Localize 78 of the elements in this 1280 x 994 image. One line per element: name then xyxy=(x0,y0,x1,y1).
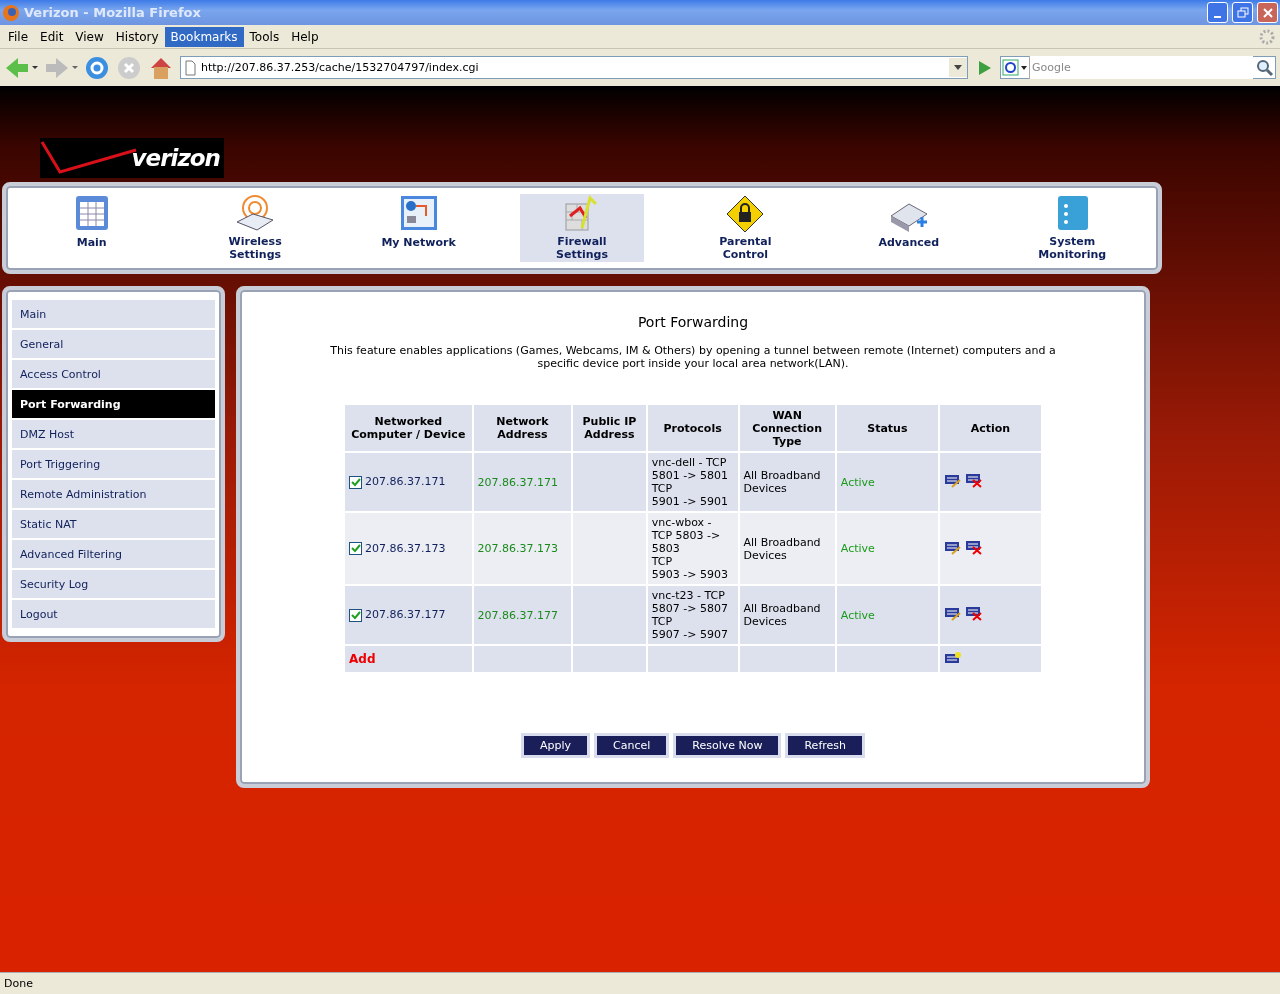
address-cell: 207.86.37.177 xyxy=(477,608,559,622)
edit-icon[interactable] xyxy=(943,607,962,621)
sidebar-item[interactable]: Access Control xyxy=(12,360,215,388)
restore-button[interactable] xyxy=(1232,2,1253,23)
action-button[interactable]: Refresh xyxy=(788,736,862,755)
device-cell: 207.86.37.173 xyxy=(365,541,446,555)
google-engine-icon[interactable] xyxy=(1001,58,1029,77)
column-header: Networked Computer / Device xyxy=(344,404,473,452)
top-nav-item[interactable]: Wireless Settings xyxy=(193,194,317,262)
status-cell: Active xyxy=(840,542,875,555)
protocols-cell-text: vnc-wbox - TCP 5803 -> 5803 TCP 5903 -> 5903 xyxy=(651,516,729,581)
sidebar-item[interactable]: DMZ Host xyxy=(12,420,215,448)
delete-icon[interactable] xyxy=(965,606,984,621)
menu-item[interactable]: History xyxy=(109,26,165,47)
minimize-icon xyxy=(1214,15,1221,18)
edit-icon[interactable] xyxy=(943,474,962,488)
sidebar-item[interactable]: Port Triggering xyxy=(12,450,215,478)
wan-cell: All Broadband Devices xyxy=(743,469,821,495)
menu-item[interactable]: Edit xyxy=(34,26,70,47)
page-title: Port Forwarding xyxy=(637,314,749,330)
logo-text: verizon xyxy=(131,145,220,171)
top-nav-item[interactable]: System Monitoring xyxy=(1010,194,1134,262)
minimize-button[interactable] xyxy=(1207,2,1228,23)
menu-item[interactable]: Bookmarks xyxy=(164,26,244,47)
column-header: Action xyxy=(938,404,1042,452)
device-cell: 207.86.37.171 xyxy=(365,475,446,489)
sidebar-item[interactable]: General xyxy=(12,330,215,358)
delete-icon[interactable] xyxy=(965,473,984,488)
reload-button[interactable] xyxy=(84,54,110,81)
window-title: Verizon - Mozilla Firefox xyxy=(24,5,202,20)
address-cell: 207.86.37.171 xyxy=(477,475,559,489)
restore-icon xyxy=(1236,6,1249,19)
action-button[interactable]: Cancel xyxy=(597,736,667,755)
top-nav-item[interactable]: My Network xyxy=(356,194,481,262)
wan-cell: All Broadband Devices xyxy=(743,535,821,562)
checkbox[interactable] xyxy=(349,475,362,489)
protocols-cell-text: vnc-t23 - TCP 5807 -> 5807 TCP 5907 -> 5907 xyxy=(651,589,729,641)
throbber-icon xyxy=(1258,27,1276,46)
top-nav-item[interactable]: Firewall Settings xyxy=(520,194,644,262)
padlock-sign-icon xyxy=(725,194,766,233)
sidebar-item[interactable]: Remote Administration xyxy=(12,480,215,508)
action-button[interactable]: Resolve Now xyxy=(676,736,779,755)
top-nav-item[interactable]: Main xyxy=(30,194,154,262)
top-nav-item[interactable]: Parental Control xyxy=(683,194,808,262)
sidebar-item[interactable]: Main xyxy=(12,300,215,328)
menu-item[interactable]: View xyxy=(69,26,110,47)
menu-item[interactable]: Help xyxy=(285,26,325,47)
column-header: Public IP Address xyxy=(572,404,647,452)
device-cell: 207.86.37.177 xyxy=(365,608,446,622)
action-button[interactable]: Apply xyxy=(523,736,588,755)
checkbox[interactable] xyxy=(349,608,362,622)
sidebar-item[interactable]: Logout xyxy=(12,600,215,628)
sidebar-item[interactable]: Static NAT xyxy=(12,510,215,538)
column-header: Protocols xyxy=(646,404,739,452)
close-icon xyxy=(1261,6,1274,19)
top-nav-item[interactable]: Advanced xyxy=(847,194,971,262)
description-text: This feature enables applications (Games, Webcams, IM & Others) by opening a tunnel between remote (Internet) computers and a specific device port inside your local area network(LAN). xyxy=(329,344,1057,370)
delete-icon[interactable] xyxy=(965,539,984,555)
close-button[interactable] xyxy=(1257,2,1278,23)
edit-icon[interactable] xyxy=(943,540,962,555)
protocols-cell-text: vnc-dell - TCP 5801 -> 5801 TCP 5901 -> 5901 xyxy=(651,456,729,508)
address-cell: 207.86.37.173 xyxy=(477,542,559,555)
add-entry-icon[interactable] xyxy=(943,650,962,665)
checkbox[interactable] xyxy=(349,542,362,556)
menu-item[interactable]: Tools xyxy=(243,26,286,47)
sidebar-item[interactable]: Port Forwarding xyxy=(12,390,215,418)
column-header: Network Address xyxy=(472,404,573,452)
wan-cell: All Broadband Devices xyxy=(743,602,821,628)
search-field[interactable]: Google xyxy=(1000,56,1276,79)
status-text: Done xyxy=(4,977,33,990)
status-cell: Active xyxy=(840,475,875,489)
status-cell: Active xyxy=(840,608,875,622)
column-header: WAN Connection Type xyxy=(738,404,836,452)
address-bar[interactable]: http://207.86.37.253/cache/1532704797/index.cgi xyxy=(180,56,968,79)
sidebar-item[interactable]: Security Log xyxy=(12,570,215,598)
column-header: Status xyxy=(835,404,939,452)
menu-item[interactable]: File xyxy=(2,26,35,47)
sidebar-item[interactable]: Advanced Filtering xyxy=(12,540,215,568)
